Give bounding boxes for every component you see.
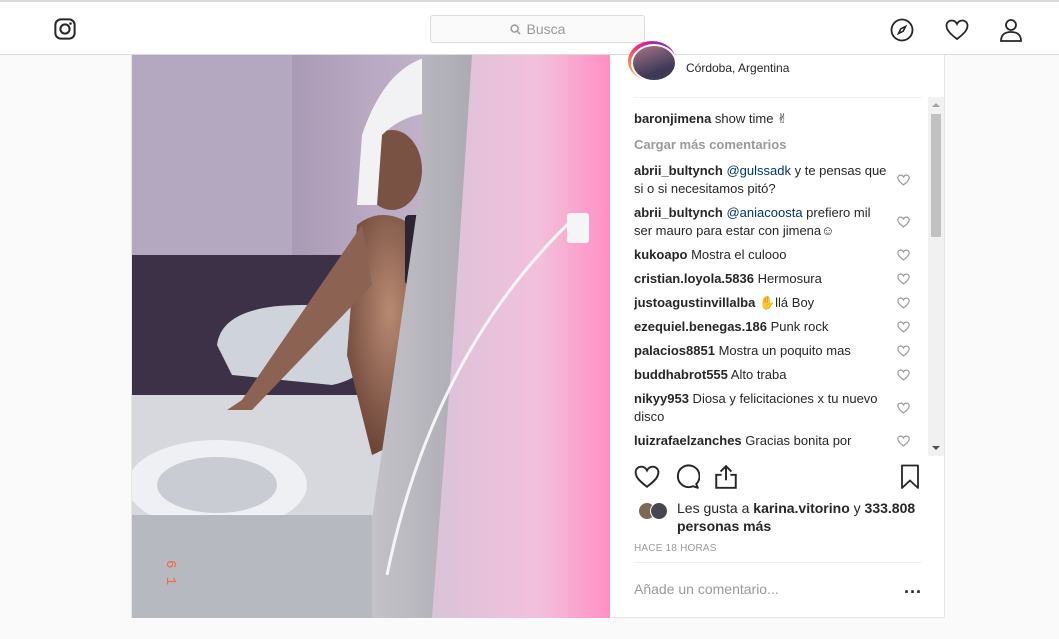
comment-like-heart-icon[interactable] [897, 273, 910, 285]
comment-mention[interactable]: @gulssadk [726, 163, 791, 178]
comment-item: abrii_bultynch @aniacoosta prefiero mil … [634, 204, 922, 240]
svg-text:6 1: 6 1 [162, 560, 178, 585]
share-icon[interactable] [713, 464, 739, 490]
post-actions [634, 464, 922, 494]
search-placeholder: Busca [526, 21, 566, 37]
comment-username[interactable]: nikyy953 [634, 391, 689, 406]
comment-item: justoagustinvillalba ✋llá Boy [634, 294, 922, 312]
comment-username[interactable]: justoagustinvillalba [634, 295, 755, 310]
comment-like-heart-icon[interactable] [897, 249, 910, 261]
comment-like-heart-icon[interactable] [897, 321, 910, 333]
post-caption: baronjimena show time ✌ [634, 110, 922, 128]
post-location[interactable]: Córdoba, Argentina [686, 61, 789, 75]
comment-text: Mostra el culooo [687, 247, 787, 262]
comment-item: nikyy953 Diosa y felicitaciones x tu nue… [634, 390, 922, 426]
comment-username[interactable]: palacios8851 [634, 343, 715, 358]
comment-text: Alto traba [727, 367, 787, 382]
comment-item: cristian.loyola.5836 Hermosura [634, 270, 922, 288]
post-card: 6 1 Córdoba, Argentina baronjimena show … [131, 41, 946, 618]
post-photo[interactable]: 6 1 [132, 55, 610, 618]
comments-scrollbar[interactable] [928, 97, 944, 456]
comment-item: ezequiel.benegas.186 Punk rock [634, 318, 922, 336]
likes-prefix: Les gusta a [677, 500, 754, 516]
activity-heart-icon[interactable] [945, 18, 969, 42]
comments-list[interactable]: baronjimena show time ✌ Cargar más comen… [634, 97, 922, 456]
caption-username[interactable]: baronjimena [634, 111, 711, 126]
add-comment-section: Añade un comentario... ... [634, 562, 922, 618]
comment-item: kukoapo Mostra el culooo [634, 246, 922, 264]
instagram-logo-icon[interactable] [54, 18, 76, 40]
add-comment-input[interactable]: Añade un comentario... [634, 581, 779, 597]
comment-username[interactable]: ezequiel.benegas.186 [634, 319, 767, 334]
like-heart-icon[interactable] [634, 464, 660, 490]
comment-item: palacios8851 Mostra un poquito mas [634, 342, 922, 360]
comment-text: Mostra un poquito mas [714, 343, 851, 358]
comment-username[interactable]: abrii_bultynch [634, 205, 723, 220]
comment-item: buddhabrot555 Alto traba [634, 366, 922, 384]
comment-text: Hermosura [753, 271, 822, 286]
comment-username[interactable]: cristian.loyola.5836 [634, 271, 754, 286]
liker-avatars [638, 502, 670, 520]
post-sidebar: Córdoba, Argentina baronjimena show time… [610, 41, 946, 618]
post-timestamp[interactable]: HACE 18 HORAS [634, 543, 717, 554]
scrollbar-thumb[interactable] [931, 114, 941, 237]
comment-like-heart-icon[interactable] [897, 216, 910, 228]
avatar[interactable] [628, 41, 677, 82]
caption-text: show time ✌ [711, 111, 788, 126]
profile-user-icon[interactable] [999, 18, 1023, 42]
more-options-icon[interactable]: ... [904, 577, 922, 598]
comment-text: Punk rock [766, 319, 829, 334]
scroll-up-arrow-icon[interactable] [932, 103, 940, 107]
comment-item: luizrafaelzanches Gracias bonita por [634, 432, 922, 450]
search-input[interactable]: Busca [430, 15, 645, 43]
comment-text: Gracias bonita por [741, 433, 852, 448]
liker-avatar [650, 502, 668, 520]
likes-text: Les gusta a karina.vitorino y 333.808 pe… [677, 499, 922, 535]
load-more-comments-button[interactable]: Cargar más comentarios [634, 136, 922, 154]
top-nav: Busca [0, 0, 1059, 55]
comment-mention[interactable]: @aniacoosta [726, 205, 802, 220]
save-bookmark-icon[interactable] [898, 464, 922, 490]
comment-like-heart-icon[interactable] [897, 402, 910, 414]
likes-summary[interactable]: Les gusta a karina.vitorino y 333.808 pe… [634, 499, 922, 535]
comment-item: abrii_bultynch @gulssadk y te pensas que… [634, 162, 922, 198]
comment-like-heart-icon[interactable] [897, 297, 910, 309]
scroll-down-arrow-icon[interactable] [932, 446, 940, 450]
photo-image: 6 1 [132, 55, 610, 618]
liker-username[interactable]: karina.vitorino [753, 500, 849, 516]
comment-username[interactable]: kukoapo [634, 247, 687, 262]
search-icon [509, 23, 521, 35]
explore-compass-icon[interactable] [890, 18, 914, 42]
comment-like-heart-icon[interactable] [897, 435, 910, 447]
comment-like-heart-icon[interactable] [897, 345, 910, 357]
comment-like-heart-icon[interactable] [897, 174, 910, 186]
comment-username[interactable]: buddhabrot555 [634, 367, 728, 382]
likes-middle: y [849, 500, 865, 516]
comment-text: ✋llá Boy [755, 295, 815, 310]
comment-username[interactable]: abrii_bultynch [634, 163, 723, 178]
comment-username[interactable]: luizrafaelzanches [634, 433, 742, 448]
comment-like-heart-icon[interactable] [897, 369, 910, 381]
comment-bubble-icon[interactable] [674, 464, 700, 490]
